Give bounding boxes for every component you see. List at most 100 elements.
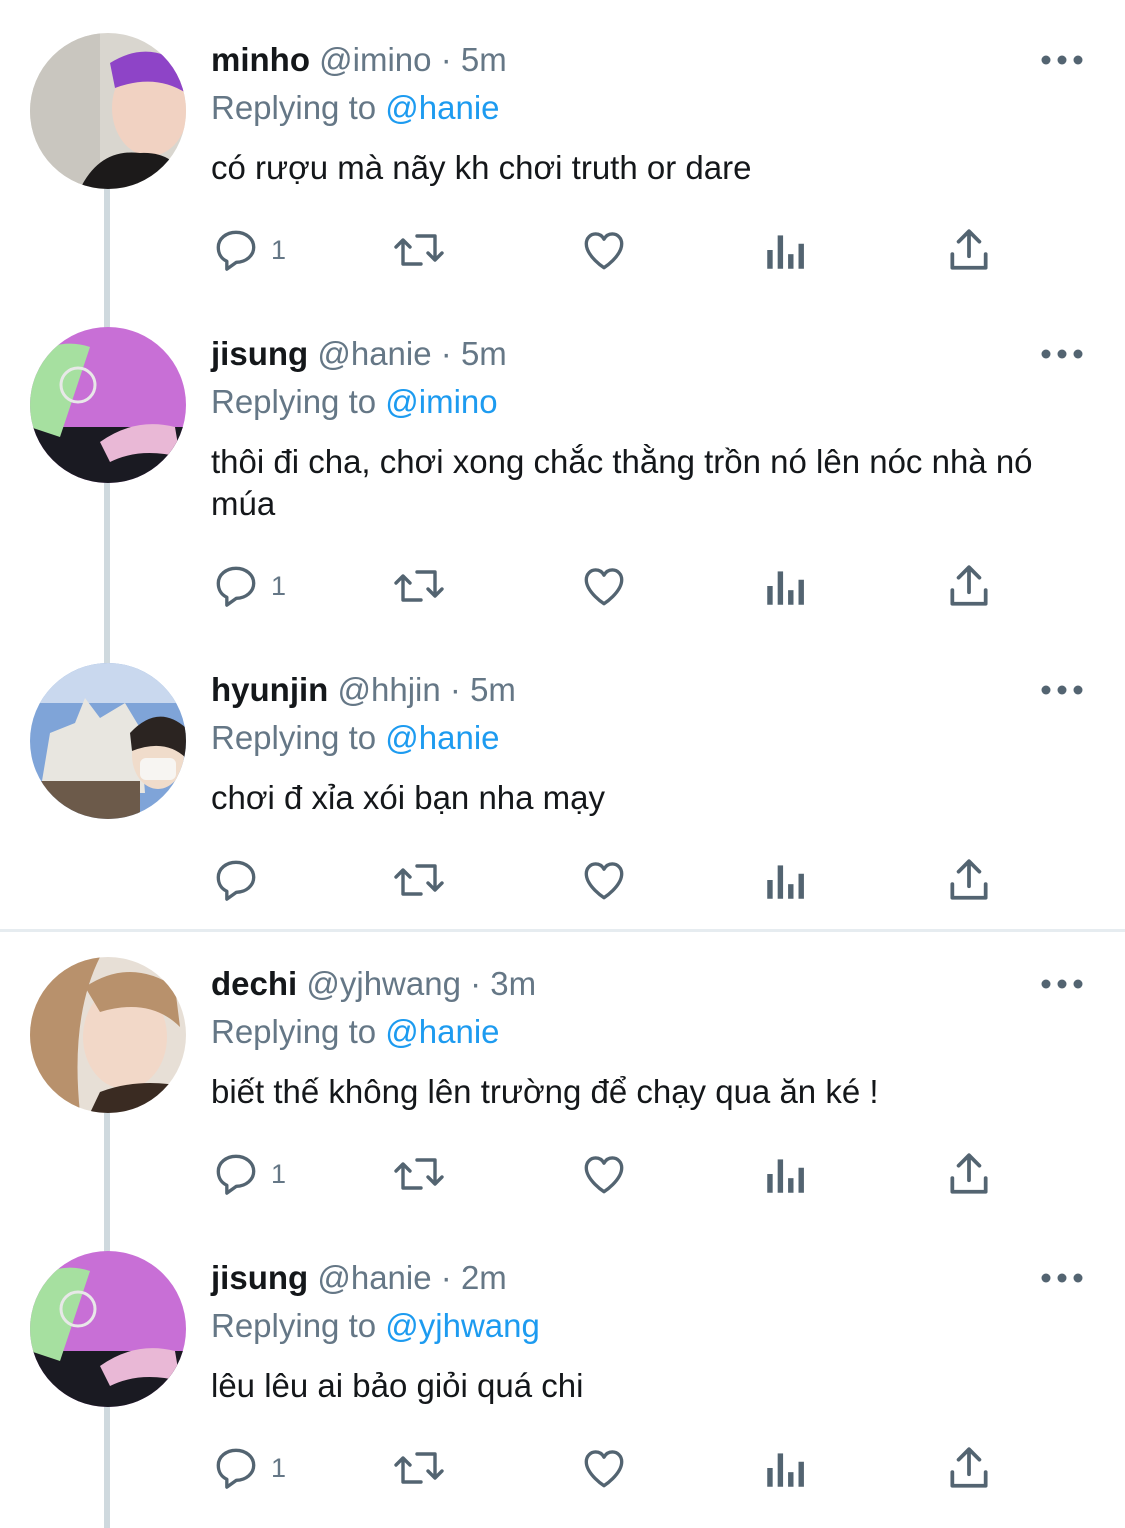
analytics-button[interactable] — [763, 226, 809, 274]
replying-to-label: Replying to — [211, 719, 377, 756]
reply-button[interactable]: 1 — [211, 562, 286, 610]
reply-icon — [216, 1154, 256, 1195]
reply-count: 1 — [271, 1453, 287, 1483]
display-name[interactable]: hyunjin — [211, 671, 328, 708]
replying-to: Replying to @hanie — [211, 1012, 500, 1052]
action-bar — [211, 856, 1011, 904]
separator-dot: · — [440, 1259, 452, 1296]
replying-to: Replying to @imino — [211, 382, 498, 422]
display-name[interactable]: dechi — [211, 965, 297, 1002]
retweet-button[interactable] — [391, 1444, 447, 1492]
separator-dot: · — [470, 965, 482, 1002]
tweet[interactable]: dechi @yjhwang · 3m Replying to @hanie b… — [0, 924, 1125, 1224]
avatar-image — [30, 957, 186, 1113]
replying-to-handle[interactable]: @hanie — [385, 719, 499, 756]
display-name[interactable]: jisung — [211, 1259, 308, 1296]
replying-to-label: Replying to — [211, 89, 377, 126]
avatar[interactable] — [30, 957, 186, 1113]
avatar[interactable] — [30, 327, 186, 483]
tweet-header: minho @imino · 5m — [211, 40, 507, 80]
display-name[interactable]: jisung — [211, 335, 308, 372]
action-bar: 1 — [211, 562, 1011, 610]
separator-dot: · — [440, 335, 452, 372]
reply-count: 1 — [271, 235, 287, 265]
reply-count: 1 — [271, 571, 287, 601]
timestamp[interactable]: 5m — [461, 41, 507, 78]
like-button[interactable] — [579, 226, 629, 274]
replying-to: Replying to @yjhwang — [211, 1306, 540, 1346]
more-icon[interactable] — [1040, 974, 1084, 994]
replying-to: Replying to @hanie — [211, 88, 500, 128]
share-icon — [950, 229, 988, 270]
reply-icon — [216, 566, 256, 607]
display-name[interactable]: minho — [211, 41, 310, 78]
retweet-button[interactable] — [391, 562, 447, 610]
action-bar: 1 — [211, 1150, 1011, 1198]
replying-to-handle[interactable]: @imino — [385, 383, 497, 420]
reply-button[interactable]: 1 — [211, 1150, 286, 1198]
avatar[interactable] — [30, 33, 186, 189]
timestamp[interactable]: 2m — [461, 1259, 507, 1296]
user-handle[interactable]: @hanie — [317, 1259, 431, 1296]
reply-button[interactable]: 1 — [211, 226, 286, 274]
share-icon — [950, 1153, 988, 1194]
analytics-button[interactable] — [763, 1444, 809, 1492]
tweet-text: chơi đ xỉa xói bạn nha mạy — [211, 779, 606, 816]
analytics-button[interactable] — [763, 562, 809, 610]
like-button[interactable] — [579, 562, 629, 610]
retweet-button[interactable] — [391, 226, 447, 274]
avatar[interactable] — [30, 663, 186, 819]
share-button[interactable] — [946, 856, 992, 904]
more-icon[interactable] — [1040, 1268, 1084, 1288]
tweet[interactable]: jisung @hanie · 2m Replying to @yjhwang … — [0, 1218, 1125, 1528]
share-button[interactable] — [946, 1150, 992, 1198]
tweet[interactable]: jisung @hanie · 5m Replying to @imino th… — [0, 294, 1125, 634]
reply-button[interactable] — [211, 856, 271, 904]
separator-dot: · — [440, 41, 452, 78]
action-bar: 1 — [211, 226, 1011, 274]
avatar[interactable] — [30, 1251, 186, 1407]
replying-to-handle[interactable]: @yjhwang — [385, 1307, 540, 1344]
more-icon[interactable] — [1040, 344, 1084, 364]
tweet-text: có rượu mà nãy kh chơi truth or dare — [211, 149, 752, 186]
reply-icon — [216, 860, 256, 901]
replying-to-label: Replying to — [211, 383, 377, 420]
reply-button[interactable]: 1 — [211, 1444, 286, 1492]
timestamp[interactable]: 3m — [490, 965, 536, 1002]
user-handle[interactable]: @hanie — [317, 335, 431, 372]
avatar-image — [30, 1251, 186, 1407]
tweet-text: lêu lêu ai bảo giỏi quá chi — [211, 1367, 584, 1404]
replying-to-label: Replying to — [211, 1013, 377, 1050]
replying-to-handle[interactable]: @hanie — [385, 89, 499, 126]
more-icon[interactable] — [1040, 680, 1084, 700]
timestamp[interactable]: 5m — [461, 335, 507, 372]
like-icon — [584, 1450, 624, 1488]
more-icon[interactable] — [1040, 50, 1084, 70]
analytics-button[interactable] — [763, 1150, 809, 1198]
share-icon — [950, 565, 988, 606]
user-handle[interactable]: @hhjin — [338, 671, 441, 708]
avatar-image — [30, 663, 186, 819]
retweet-button[interactable] — [391, 1150, 447, 1198]
tweet[interactable]: minho @imino · 5m Replying to @hanie có … — [0, 0, 1125, 300]
share-button[interactable] — [946, 562, 992, 610]
user-handle[interactable]: @imino — [319, 41, 431, 78]
retweet-button[interactable] — [391, 856, 447, 904]
retweet-icon — [394, 570, 444, 602]
share-button[interactable] — [946, 226, 992, 274]
retweet-icon — [394, 234, 444, 266]
analytics-icon — [767, 1159, 804, 1193]
retweet-icon — [394, 1452, 444, 1484]
user-handle[interactable]: @yjhwang — [306, 965, 461, 1002]
analytics-button[interactable] — [763, 856, 809, 904]
share-button[interactable] — [946, 1444, 992, 1492]
avatar-image — [30, 33, 186, 189]
replying-to: Replying to @hanie — [211, 718, 500, 758]
like-button[interactable] — [579, 856, 629, 904]
replying-to-handle[interactable]: @hanie — [385, 1013, 499, 1050]
tweet[interactable]: hyunjin @hhjin · 5m Replying to @hanie c… — [0, 630, 1125, 930]
timestamp[interactable]: 5m — [470, 671, 516, 708]
tweet-text: biết thế không lên trường để chạy qua ăn… — [211, 1073, 879, 1110]
like-button[interactable] — [579, 1444, 629, 1492]
like-button[interactable] — [579, 1150, 629, 1198]
